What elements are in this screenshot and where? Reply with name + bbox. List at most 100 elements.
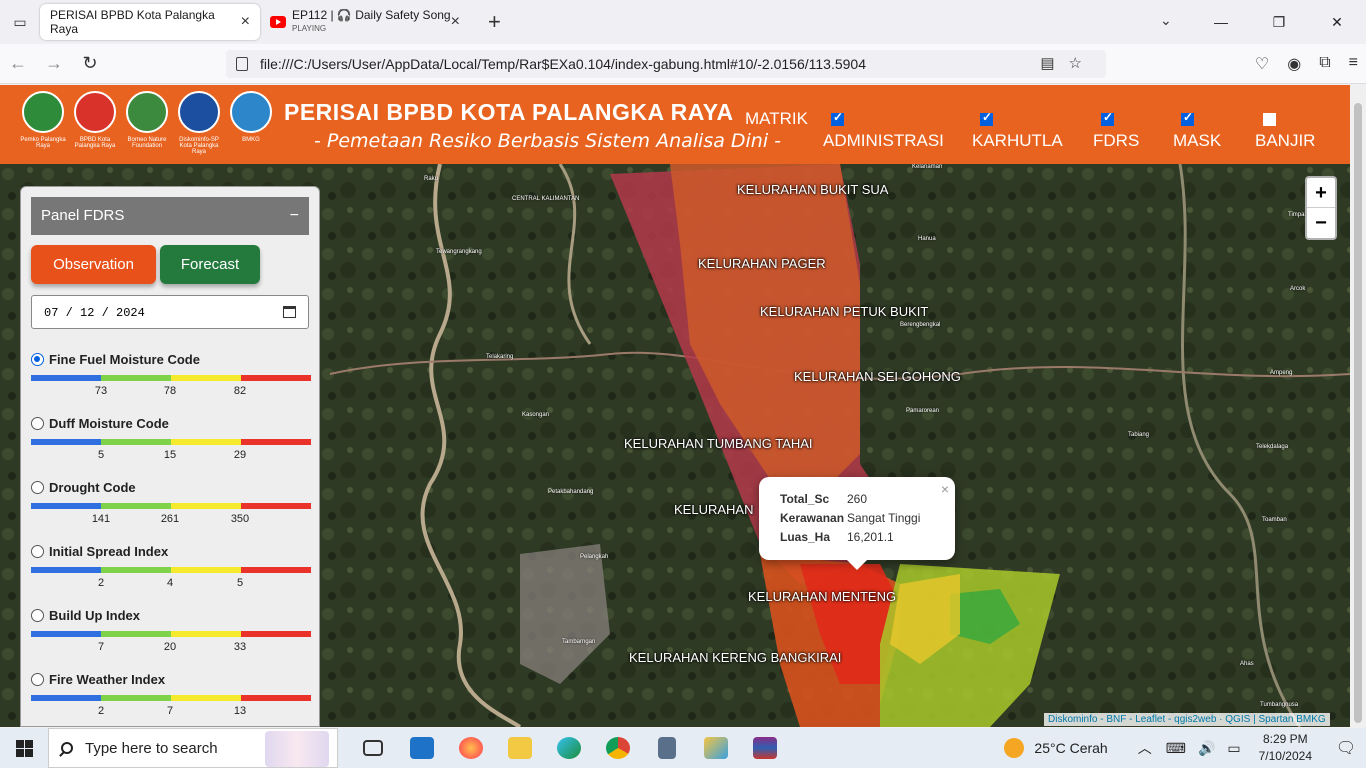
bookmark-star-icon[interactable]: ☆ bbox=[1069, 55, 1096, 72]
scale-tick-label: 15 bbox=[163, 449, 177, 461]
fdrs-index-option[interactable]: Initial Spread Index 2 4 5 bbox=[31, 544, 311, 589]
search-icon bbox=[61, 742, 73, 754]
panel-header[interactable]: Panel FDRS − bbox=[31, 197, 309, 235]
tab-title: PERISAI BPBD Kota Palangka Raya bbox=[50, 8, 215, 36]
task-view-icon[interactable] bbox=[348, 728, 397, 768]
forward-button[interactable]: → bbox=[36, 53, 72, 74]
extensions-icon[interactable]: ⧉ bbox=[1319, 54, 1330, 74]
chevron-up-icon[interactable]: ︿ bbox=[1138, 738, 1152, 758]
calendar-icon[interactable] bbox=[283, 306, 296, 318]
date-input[interactable]: 07 / 12 / 2024 bbox=[31, 295, 309, 329]
scale-tick-label: 73 bbox=[94, 385, 108, 397]
index-label-row[interactable]: Drought Code bbox=[31, 480, 311, 495]
page-scrollbar[interactable] bbox=[1350, 85, 1366, 728]
edge-icon[interactable] bbox=[544, 728, 593, 768]
pocket-icon[interactable]: ♡ bbox=[1255, 54, 1269, 74]
weather-widget[interactable]: 25°C Cerah bbox=[1004, 738, 1108, 758]
index-label-row[interactable]: Duff Moisture Code bbox=[31, 416, 311, 431]
logo-bmkg: BMKG bbox=[228, 91, 274, 155]
taskbar-search[interactable]: Type here to search bbox=[48, 728, 338, 768]
map-label: KELURAHAN TUMBANG TAHAI bbox=[624, 436, 813, 451]
layer-toggle-banjir[interactable]: BANJIR bbox=[1255, 111, 1315, 151]
scale-tick-label: 5 bbox=[97, 449, 105, 461]
chrome-icon[interactable] bbox=[593, 728, 642, 768]
observation-button[interactable]: Observation bbox=[31, 245, 156, 284]
scrollbar-thumb[interactable] bbox=[1354, 103, 1362, 723]
fdrs-index-option[interactable]: Build Up Index 7 20 33 bbox=[31, 608, 311, 653]
back-button[interactable]: ← bbox=[0, 53, 36, 74]
popup-close-icon[interactable]: × bbox=[941, 481, 949, 497]
index-radio[interactable] bbox=[31, 545, 44, 558]
layer-toggle-karhutla[interactable]: KARHUTLA bbox=[972, 110, 1063, 151]
close-window-button[interactable]: ✕ bbox=[1308, 14, 1366, 31]
forecast-button[interactable]: Forecast bbox=[160, 245, 260, 284]
fdrs-index-option[interactable]: Fire Weather Index 2 7 13 bbox=[31, 672, 311, 717]
index-label-row[interactable]: Build Up Index bbox=[31, 608, 311, 623]
index-label-row[interactable]: Fine Fuel Moisture Code bbox=[31, 352, 311, 367]
checkbox-fdrs[interactable] bbox=[1101, 110, 1114, 126]
index-radio[interactable] bbox=[31, 481, 44, 494]
clock[interactable]: 8:29 PM 7/10/2024 bbox=[1259, 731, 1312, 765]
zoom-in-button[interactable]: + bbox=[1307, 178, 1335, 208]
minimize-icon[interactable]: − bbox=[290, 197, 299, 235]
menu-icon[interactable]: ≡ bbox=[1349, 54, 1358, 74]
tab-perisai[interactable]: PERISAI BPBD Kota Palangka Raya × bbox=[40, 4, 260, 40]
reload-button[interactable]: ↻ bbox=[72, 53, 108, 74]
layer-toggle-mask[interactable]: MASK bbox=[1173, 110, 1221, 151]
index-label-row[interactable]: Fire Weather Index bbox=[31, 672, 311, 687]
tab-playing-label: PLAYING bbox=[292, 24, 327, 33]
close-tab-icon[interactable]: × bbox=[451, 13, 460, 31]
index-radio[interactable] bbox=[31, 353, 44, 366]
town-label: Petakbahandang bbox=[548, 489, 594, 495]
layer-toggle-fdrs[interactable]: FDRS bbox=[1093, 110, 1140, 151]
chevron-down-icon[interactable]: ⌄ bbox=[1160, 12, 1172, 29]
firefox-icon[interactable] bbox=[446, 728, 495, 768]
layer-label: FDRS bbox=[1093, 131, 1140, 150]
reader-view-icon[interactable]: ▤ bbox=[1040, 55, 1068, 72]
fdrs-index-option[interactable]: Drought Code 141 261 350 bbox=[31, 480, 311, 525]
new-tab-button[interactable]: + bbox=[488, 9, 501, 35]
town-label: Ampeng bbox=[1270, 370, 1293, 376]
index-radio[interactable] bbox=[31, 609, 44, 622]
calculator-icon[interactable] bbox=[642, 728, 691, 768]
logo-caption: BPBD Kota Palangka Raya bbox=[74, 137, 116, 149]
map-attribution[interactable]: Diskominfo - BNF - Leaflet - qgis2web · … bbox=[1044, 713, 1330, 726]
volume-icon[interactable]: 🔊 bbox=[1198, 740, 1215, 757]
start-button[interactable] bbox=[0, 728, 48, 768]
index-radio[interactable] bbox=[31, 673, 44, 686]
fdrs-index-option[interactable]: Fine Fuel Moisture Code 73 78 82 bbox=[31, 352, 311, 397]
checkbox-administrasi[interactable] bbox=[831, 110, 844, 126]
town-label: Hanua bbox=[918, 236, 936, 242]
network-icon[interactable]: ⌨ bbox=[1166, 740, 1186, 757]
scale-ticks: 2 7 13 bbox=[31, 701, 311, 717]
scale-ticks: 7 20 33 bbox=[31, 637, 311, 653]
index-label-row[interactable]: Initial Spread Index bbox=[31, 544, 311, 559]
index-radio[interactable] bbox=[31, 417, 44, 430]
tab-list-icon[interactable]: ▭ bbox=[0, 0, 40, 44]
account-icon[interactable]: ◉ bbox=[1287, 54, 1301, 74]
display-icon[interactable]: ▭ bbox=[1227, 740, 1240, 757]
mail-icon[interactable] bbox=[397, 728, 446, 768]
close-tab-icon[interactable]: × bbox=[241, 13, 250, 31]
url-text[interactable]: file:///C:/Users/User/AppData/Local/Temp… bbox=[260, 56, 866, 72]
winrar-icon[interactable] bbox=[740, 728, 789, 768]
checkbox-banjir[interactable] bbox=[1263, 113, 1276, 126]
menu-matrik[interactable]: MATRIK bbox=[745, 109, 808, 129]
checkbox-karhutla[interactable] bbox=[980, 110, 993, 126]
fdrs-index-option[interactable]: Duff Moisture Code 5 15 29 bbox=[31, 416, 311, 461]
layer-toggle-administrasi[interactable]: ADMINISTRASI bbox=[823, 110, 944, 151]
scale-tick-label: 141 bbox=[91, 513, 111, 525]
zoom-out-button[interactable]: − bbox=[1307, 208, 1335, 238]
system-tray: 25°C Cerah ︿ ⌨ 🔊 ▭ 8:29 PM 7/10/2024 🗨 bbox=[1004, 728, 1366, 768]
town-label: Berengbengkal bbox=[900, 322, 941, 328]
minimize-window-button[interactable]: — bbox=[1192, 14, 1250, 30]
tab-youtube[interactable]: EP112 | 🎧 Daily Safety Song | Be PLAYING… bbox=[260, 4, 470, 40]
url-bar[interactable]: file:///C:/Users/User/AppData/Local/Temp… bbox=[226, 50, 1106, 78]
paint-icon[interactable] bbox=[691, 728, 740, 768]
town-label: Tewangrangkang bbox=[436, 249, 482, 255]
feature-popup: × Total_Sc 260 Kerawanan Sangat Tinggi Lua… bbox=[759, 477, 955, 570]
restore-window-button[interactable]: ❐ bbox=[1250, 14, 1308, 31]
notification-icon[interactable]: 🗨 bbox=[1326, 738, 1366, 758]
file-explorer-icon[interactable] bbox=[495, 728, 544, 768]
checkbox-mask[interactable] bbox=[1181, 110, 1194, 126]
